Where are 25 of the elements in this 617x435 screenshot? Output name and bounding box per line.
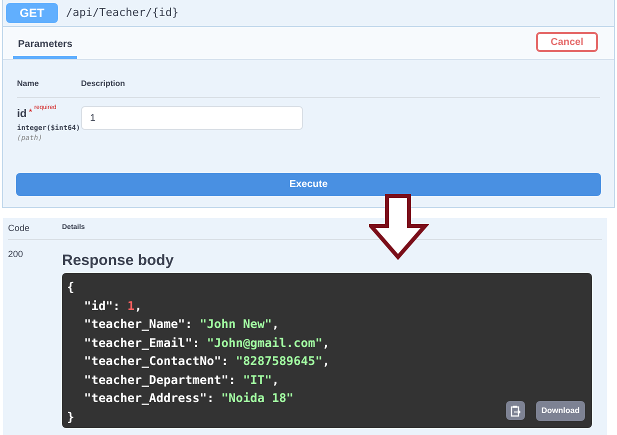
response-body-heading: Response body bbox=[62, 252, 175, 270]
down-arrow-icon bbox=[369, 194, 429, 260]
code-line: { bbox=[67, 279, 74, 296]
column-header: Code bbox=[8, 222, 31, 235]
execute-button[interactable]: Execute bbox=[16, 173, 601, 196]
method-badge: GET bbox=[6, 3, 58, 23]
code-line: "teacher_Email": "John@gmail.com", bbox=[84, 334, 330, 352]
code-line: "id": 1, bbox=[84, 298, 142, 314]
column-header: Description bbox=[81, 78, 126, 90]
tab[interactable]: Parameters bbox=[13, 32, 78, 59]
code-line: "teacher_Name": "John New", bbox=[84, 316, 280, 333]
code-line: "teacher_ContactNo": "8287589645", bbox=[84, 353, 330, 370]
endpoint-path: /api/Teacher/{id} bbox=[66, 4, 179, 21]
cancel-button[interactable]: Cancel bbox=[536, 32, 598, 52]
code-line: } bbox=[67, 408, 74, 426]
copy-button[interactable] bbox=[506, 401, 525, 420]
code-line: "teacher_Department": "IT", bbox=[84, 372, 280, 389]
parameter-name: id bbox=[17, 107, 27, 122]
input-field[interactable]: 1 bbox=[81, 106, 303, 130]
download-button[interactable]: Download bbox=[536, 401, 585, 421]
response-code: 200 bbox=[8, 248, 24, 261]
code-line: "teacher_Address": "Noida 18" bbox=[84, 390, 294, 407]
required-mark: * bbox=[28, 106, 32, 119]
column-header: Name bbox=[17, 78, 40, 90]
clipboard-icon bbox=[510, 404, 521, 416]
